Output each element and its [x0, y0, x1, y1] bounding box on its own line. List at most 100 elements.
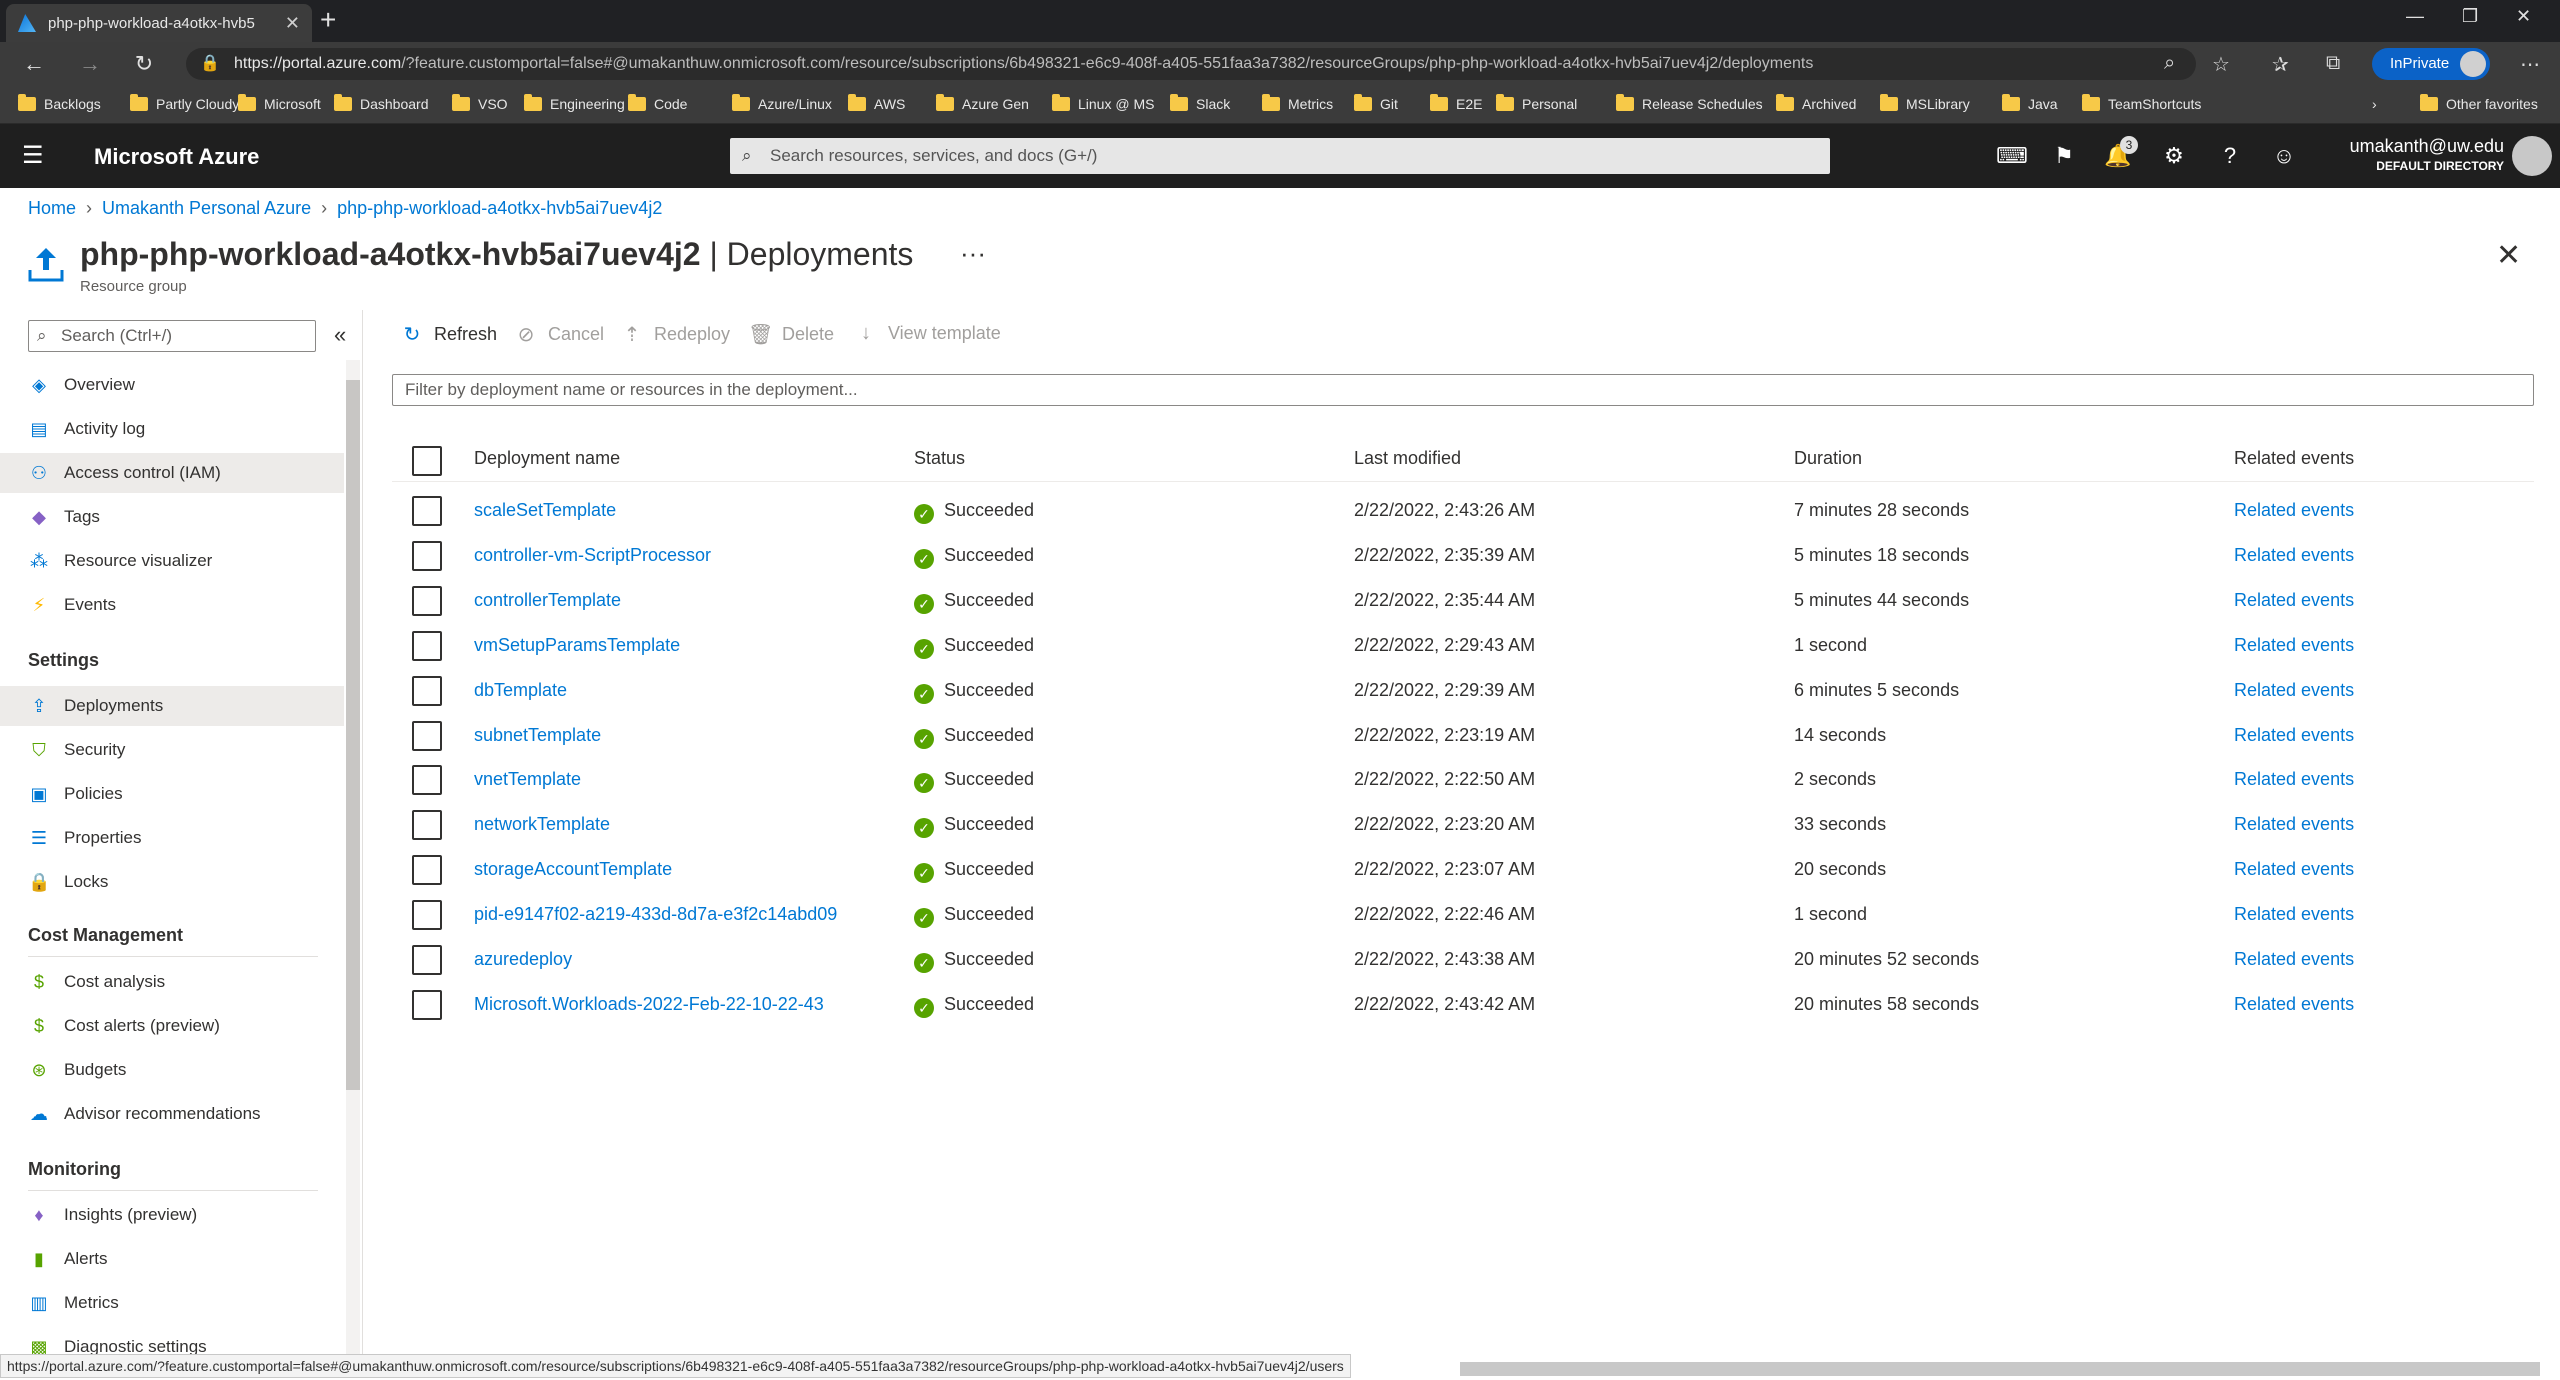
favorite-6[interactable]: Code: [628, 94, 687, 112]
hamburger-menu-icon[interactable]: ☰: [22, 144, 44, 168]
related-events-link[interactable]: Related events: [2234, 904, 2354, 925]
related-events-link[interactable]: Related events: [2234, 680, 2354, 701]
table-row[interactable]: vnetTemplate ✓ Succeeded 2/22/2022, 2:22:50…: [392, 757, 2534, 802]
avatar[interactable]: [2512, 136, 2552, 176]
table-row[interactable]: subnetTemplate ✓ Succeeded 2/22/2022, 2:23:…: [392, 713, 2534, 758]
favorite-4[interactable]: VSO: [452, 94, 508, 112]
deployment-name-link[interactable]: scaleSetTemplate: [474, 500, 616, 521]
redeploy-button[interactable]: ⇡ Redeploy: [620, 322, 730, 347]
directory-filter-icon[interactable]: ⚑: [2050, 142, 2078, 170]
select-all-checkbox[interactable]: [412, 446, 442, 476]
favorite-0[interactable]: Backlogs: [18, 94, 101, 112]
related-events-link[interactable]: Related events: [2234, 500, 2354, 521]
table-row[interactable]: networkTemplate ✓ Succeeded 2/22/2022, 2:23…: [392, 802, 2534, 847]
table-row[interactable]: dbTemplate ✓ Succeeded 2/22/2022, 2:29:39 A…: [392, 668, 2534, 713]
close-window-icon[interactable]: ✕: [2516, 6, 2531, 27]
favorite-2[interactable]: Microsoft: [238, 94, 321, 112]
inprivate-button[interactable]: InPrivate: [2372, 48, 2490, 80]
other-favorites[interactable]: Other favorites: [2420, 94, 2538, 112]
column-header-related-events[interactable]: Related events: [2234, 448, 2354, 469]
maximize-icon[interactable]: ❐: [2462, 6, 2478, 27]
table-row[interactable]: azuredeploy ✓ Succeeded 2/22/2022, 2:43:38 …: [392, 937, 2534, 982]
deployment-name-link[interactable]: storageAccountTemplate: [474, 859, 672, 880]
row-checkbox[interactable]: [412, 720, 442, 751]
breadcrumb-resource-group[interactable]: php-php-workload-a4otkx-hvb5ai7uev4j2: [337, 198, 662, 218]
favorite-18[interactable]: MSLibrary: [1880, 94, 1970, 112]
menu-scrollbar-thumb[interactable]: [346, 380, 360, 1090]
breadcrumb-subscription[interactable]: Umakanth Personal Azure: [102, 198, 311, 218]
favorite-17[interactable]: Archived: [1776, 94, 1856, 112]
collections-icon[interactable]: ⧉: [2326, 52, 2340, 75]
deployment-name-link[interactable]: Microsoft.Workloads-2022-Feb-22-10-22-43: [474, 994, 824, 1015]
favorite-9[interactable]: Azure Gen: [936, 94, 1029, 112]
sidebar-item-cost-alerts-preview[interactable]: $ Cost alerts (preview): [0, 1006, 344, 1046]
cancel-button[interactable]: ⊘ Cancel: [514, 322, 604, 347]
more-menu-icon[interactable]: ⋯: [2520, 52, 2540, 77]
row-checkbox[interactable]: [412, 675, 442, 706]
account-menu[interactable]: umakanth@uw.edu DEFAULT DIRECTORY: [2350, 136, 2504, 173]
breadcrumb-home[interactable]: Home: [28, 198, 76, 218]
help-icon[interactable]: ?: [2216, 142, 2244, 170]
sidebar-item-activity-log[interactable]: ▤ Activity log: [0, 409, 344, 449]
sidebar-item-policies[interactable]: ▣ Policies: [0, 774, 344, 814]
sidebar-item-alerts[interactable]: ▮ Alerts: [0, 1239, 344, 1279]
zoom-icon[interactable]: ⌕: [2164, 52, 2175, 75]
row-checkbox[interactable]: [412, 900, 442, 931]
add-favorite-icon[interactable]: ☆: [2212, 52, 2230, 77]
row-checkbox[interactable]: [412, 765, 442, 796]
back-icon[interactable]: ←: [20, 50, 48, 78]
sidebar-item-overview[interactable]: ◈ Overview: [0, 365, 344, 405]
minimize-icon[interactable]: —: [2406, 6, 2424, 27]
browser-tab[interactable]: php-php-workload-a4otkx-hvb5 ✕: [6, 4, 312, 42]
sidebar-item-advisor-recommendations[interactable]: ☁ Advisor recommendations: [0, 1094, 344, 1134]
sidebar-item-metrics[interactable]: ▥ Metrics: [0, 1283, 344, 1323]
more-options-icon[interactable]: ···: [960, 238, 986, 269]
related-events-link[interactable]: Related events: [2234, 590, 2354, 611]
deployment-name-link[interactable]: controllerTemplate: [474, 590, 621, 611]
related-events-link[interactable]: Related events: [2234, 545, 2354, 566]
deployment-name-link[interactable]: vmSetupParamsTemplate: [474, 635, 680, 656]
favorite-1[interactable]: Partly Cloudy: [130, 94, 239, 112]
deployment-name-link[interactable]: dbTemplate: [474, 680, 567, 701]
column-header-last-modified[interactable]: Last modified: [1354, 448, 1461, 469]
favorite-3[interactable]: Dashboard: [334, 94, 429, 112]
favorite-14[interactable]: E2E: [1430, 94, 1482, 112]
favorite-13[interactable]: Git: [1354, 94, 1398, 112]
related-events-link[interactable]: Related events: [2234, 949, 2354, 970]
sidebar-item-deployments[interactable]: ⇪ Deployments: [0, 686, 344, 726]
favorite-20[interactable]: TeamShortcuts: [2082, 94, 2201, 112]
sidebar-item-access-control-iam[interactable]: ⚇ Access control (IAM): [0, 453, 344, 493]
sidebar-item-budgets[interactable]: ⊛ Budgets: [0, 1050, 344, 1090]
row-checkbox[interactable]: [412, 540, 442, 571]
portal-brand[interactable]: Microsoft Azure: [94, 144, 259, 170]
deployment-filter-input[interactable]: Filter by deployment name or resources i…: [392, 374, 2534, 406]
sidebar-item-security[interactable]: ⛉ Security: [0, 730, 344, 770]
table-row[interactable]: controller-vm-ScriptProcessor ✓ Succeeded 2…: [392, 533, 2534, 578]
favorites-overflow-icon[interactable]: ›: [2372, 96, 2377, 112]
url-field[interactable]: 🔒 https://portal.azure.com/?feature.cust…: [186, 48, 2196, 80]
refresh-button[interactable]: ↻ Refresh: [400, 322, 497, 347]
related-events-link[interactable]: Related events: [2234, 769, 2354, 790]
row-checkbox[interactable]: [412, 989, 442, 1020]
row-checkbox[interactable]: [412, 585, 442, 616]
close-blade-icon[interactable]: ✕: [2496, 238, 2521, 273]
related-events-link[interactable]: Related events: [2234, 725, 2354, 746]
sidebar-item-cost-analysis[interactable]: $ Cost analysis: [0, 962, 344, 1002]
favorite-15[interactable]: Personal: [1496, 94, 1577, 112]
reload-icon[interactable]: ↻: [130, 50, 158, 78]
resource-menu-search[interactable]: ⌕ Search (Ctrl+/): [28, 320, 316, 352]
row-checkbox[interactable]: [412, 855, 442, 886]
column-header-name[interactable]: Deployment name: [474, 448, 620, 469]
deployment-name-link[interactable]: azuredeploy: [474, 949, 572, 970]
sidebar-item-resource-visualizer[interactable]: ⁂ Resource visualizer: [0, 541, 344, 581]
row-checkbox[interactable]: [412, 496, 442, 526]
deployment-name-link[interactable]: vnetTemplate: [474, 769, 581, 790]
related-events-link[interactable]: Related events: [2234, 635, 2354, 656]
column-header-duration[interactable]: Duration: [1794, 448, 1862, 469]
deployment-name-link[interactable]: networkTemplate: [474, 814, 610, 835]
row-checkbox[interactable]: [412, 630, 442, 661]
new-tab-icon[interactable]: +: [320, 6, 336, 34]
column-header-status[interactable]: Status: [914, 448, 965, 469]
favorite-7[interactable]: Azure/Linux: [732, 94, 832, 112]
collapse-menu-icon[interactable]: «: [334, 322, 346, 348]
